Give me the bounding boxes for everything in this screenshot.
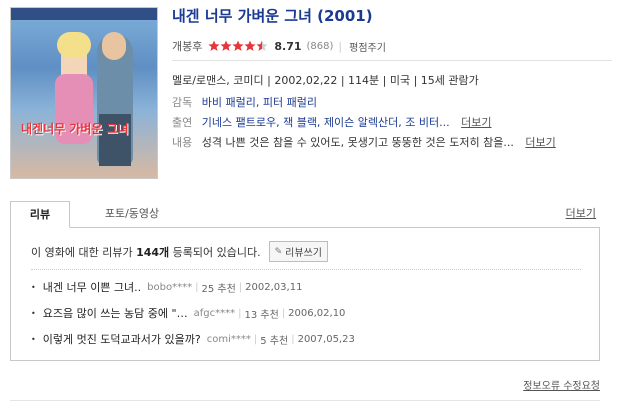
director-links[interactable]: 바비 패럴리, 피터 패럴리 xyxy=(202,96,317,109)
separator: | xyxy=(338,39,343,53)
star-icon xyxy=(232,40,244,52)
poster-figure-man xyxy=(97,32,133,166)
review-author: comi**** xyxy=(206,333,251,345)
movie-poster[interactable]: 내겐너무 가벼운 그녀 xyxy=(10,7,158,179)
cast-more-link[interactable]: 더보기 xyxy=(461,116,491,129)
tab-review[interactable]: 리뷰 xyxy=(10,201,70,228)
review-item: • 요즈음 많이 쓰는 농담 중에 "… afgc**** | 13 추천 | … xyxy=(31,305,346,321)
review-item: • 내겐 너무 이쁜 그녀.. bobo**** | 25 추천 | 2002,… xyxy=(31,279,303,295)
star-icon xyxy=(208,40,220,52)
review-title-link[interactable]: 요즈음 많이 쓰는 농담 중에 "… xyxy=(43,305,188,321)
star-icon xyxy=(220,40,232,52)
review-panel: 이 영화에 대한 리뷰가 144개 등록되어 있습니다. ✎ 리뷰쓰기 • 내겐… xyxy=(10,227,600,361)
star-icon xyxy=(244,40,256,52)
review-votes: 25 추천 xyxy=(201,283,236,295)
review-count-suffix: 등록되어 있습니다. xyxy=(172,245,261,259)
poster-figure-woman xyxy=(55,32,93,144)
rating-score: 8.71 xyxy=(274,39,302,53)
divider xyxy=(10,400,600,401)
pencil-icon: ✎ xyxy=(274,246,283,257)
review-title-link[interactable]: 내겐 너무 이쁜 그녀.. xyxy=(43,279,141,295)
review-count: 144개 xyxy=(136,245,170,259)
review-votes: 13 추천 xyxy=(244,309,279,321)
review-tabs: 리뷰 포토/동영상 더보기 xyxy=(10,201,600,228)
review-votes: 5 추천 xyxy=(260,335,289,347)
poster-top-strip xyxy=(11,8,157,20)
bullet-icon: • xyxy=(31,308,36,318)
review-author: bobo**** xyxy=(147,281,193,293)
divider xyxy=(172,60,612,61)
movie-meta: 멜로/로맨스, 코미디 | 2002,02,22 | 114분 | 미국 | 1… xyxy=(172,74,479,87)
poster-title: 내겐너무 가벼운 그녀 xyxy=(21,122,129,136)
rating-line: 개봉후 8.71 (868) | 평점주기 xyxy=(172,38,386,54)
review-count-prefix: 이 영화에 대한 리뷰가 xyxy=(31,245,133,259)
star-rating xyxy=(208,40,268,52)
tab-photo-video[interactable]: 포토/동영상 xyxy=(82,201,182,227)
vote-count: (868) xyxy=(306,40,334,52)
plot-more-link[interactable]: 더보기 xyxy=(525,136,555,149)
plot-row: 내용 성격 나쁜 것은 참을 수 있어도, 못생기고 뚱뚱한 것은 도저히 참을… xyxy=(172,134,556,150)
cast-links[interactable]: 기네스 팰트로우, 잭 블랙, 제이슨 알렉산더, 조 비터... xyxy=(202,116,450,129)
review-item: • 이렇게 멋진 도덕교과서가 있을까? comi**** | 5 추천 | 2… xyxy=(31,331,355,347)
rating-prefix: 개봉후 xyxy=(172,40,203,53)
plot-label: 내용 xyxy=(172,136,193,149)
plot-text: 성격 나쁜 것은 참을 수 있어도, 못생기고 뚱뚱한 것은 도저히 참을... xyxy=(201,136,514,149)
bullet-icon: • xyxy=(31,282,36,292)
tabs-more-link[interactable]: 더보기 xyxy=(566,201,596,227)
review-date: 2002,03,11 xyxy=(245,281,303,293)
director-row: 감독 바비 패럴리, 피터 패럴리 xyxy=(172,94,317,110)
movie-title[interactable]: 내겐 너무 가벼운 그녀 (2001) xyxy=(172,5,373,26)
cast-label: 출연 xyxy=(172,116,193,129)
report-error-link[interactable]: 정보오류 수정요청 xyxy=(523,377,600,392)
review-date: 2006,02,10 xyxy=(288,307,346,319)
review-date: 2007,05,23 xyxy=(297,333,355,345)
write-review-button[interactable]: ✎ 리뷰쓰기 xyxy=(268,241,328,262)
bullet-icon: • xyxy=(31,334,36,344)
review-title-link[interactable]: 이렇게 멋진 도덕교과서가 있을까? xyxy=(43,331,201,347)
review-author: afgc**** xyxy=(193,307,236,319)
divider xyxy=(31,269,581,270)
write-review-label: 리뷰쓰기 xyxy=(285,248,322,259)
rate-button[interactable]: 평점주기 xyxy=(349,39,386,54)
director-label: 감독 xyxy=(172,96,193,109)
cast-row: 출연 기네스 팰트로우, 잭 블랙, 제이슨 알렉산더, 조 비터... 더보기 xyxy=(172,114,491,130)
star-icon xyxy=(256,40,268,52)
review-count-line: 이 영화에 대한 리뷰가 144개 등록되어 있습니다. ✎ 리뷰쓰기 xyxy=(31,241,328,262)
